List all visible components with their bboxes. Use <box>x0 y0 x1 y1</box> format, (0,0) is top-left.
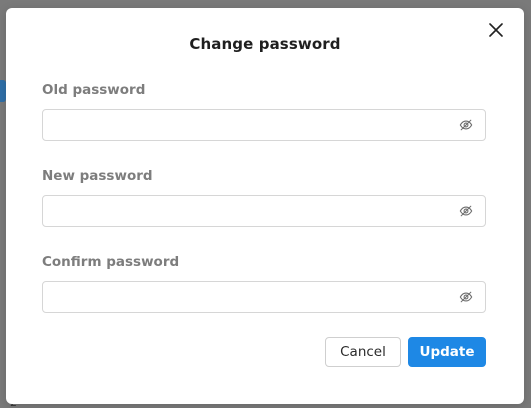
eye-off-icon[interactable] <box>459 204 473 218</box>
old-password-label: Old password <box>42 82 146 98</box>
new-password-label: New password <box>42 168 153 184</box>
old-password-field-wrapper <box>42 109 486 141</box>
new-password-field-wrapper <box>42 195 486 227</box>
update-button[interactable]: Update <box>408 337 486 367</box>
eye-off-icon[interactable] <box>459 290 473 304</box>
eye-off-icon[interactable] <box>459 118 473 132</box>
confirm-password-label: Confirm password <box>42 254 180 270</box>
dialog-title: Change password <box>189 35 341 53</box>
cancel-button[interactable]: Cancel <box>325 337 401 367</box>
new-password-input[interactable] <box>43 196 463 226</box>
confirm-password-field-wrapper <box>42 281 486 313</box>
old-password-input[interactable] <box>43 110 463 140</box>
confirm-password-input[interactable] <box>43 282 463 312</box>
change-password-dialog: Change password Old password New passwor… <box>6 8 524 404</box>
